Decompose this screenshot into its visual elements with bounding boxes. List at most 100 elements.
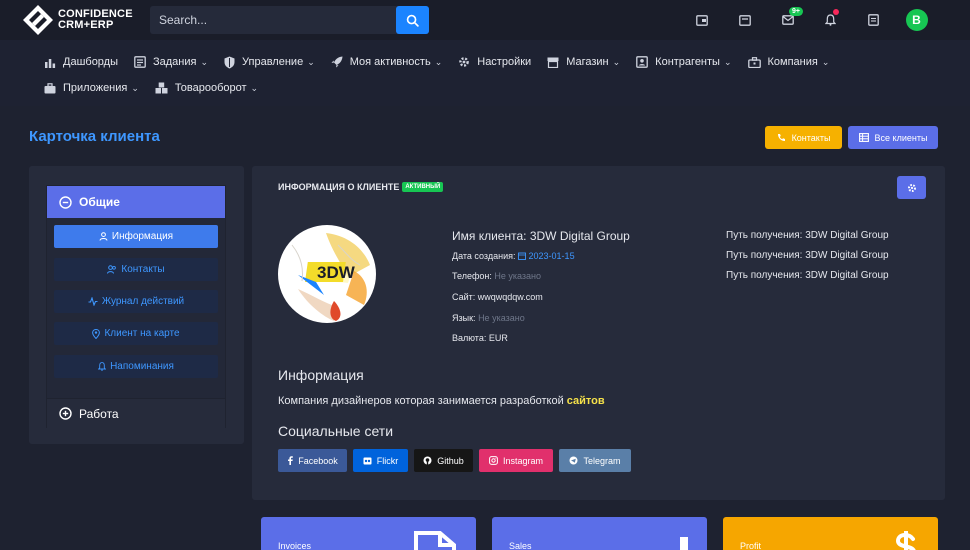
site-row: Сайт: wwqwqdqw.com [452, 292, 543, 302]
notifications-button[interactable] [809, 0, 852, 40]
calendar-icon [738, 14, 751, 26]
client-name-value: 3DW Digital Group [529, 229, 630, 243]
building-icon [747, 56, 761, 68]
created-date-value: 2023-01-15 [518, 251, 575, 261]
brand-logo[interactable]: CONFIDENCE CRM+ERP [22, 4, 142, 36]
github-icon [423, 456, 432, 465]
sidebar-item-info[interactable]: Информация [54, 225, 218, 248]
info-heading: Информация [278, 367, 364, 383]
client-sidebar: Общие Информация Контакты Журнал действи… [29, 166, 244, 444]
client-info-card: ИНФОРМАЦИЯ О КЛИЕНТЕ АКТИВНЫЙ 3DW Имя кл… [252, 166, 945, 500]
plus-circle-icon [59, 407, 72, 420]
chart-icon [45, 58, 56, 68]
telegram-button[interactable]: Telegram [559, 449, 631, 472]
instagram-button[interactable]: Instagram [479, 449, 553, 472]
menu-label: Контрагенты [655, 56, 720, 68]
language-value: Не указано [478, 313, 525, 323]
currency-label: Валюта: [452, 333, 487, 343]
github-button[interactable]: Github [414, 449, 473, 472]
page-title: Карточка клиента [29, 128, 160, 145]
contacts-button[interactable]: Контакты [765, 126, 842, 149]
contact-card-icon [636, 56, 649, 68]
github-label: Github [437, 455, 464, 466]
menu-item-settings[interactable]: Настройки [450, 52, 539, 72]
messages-button[interactable]: 9+ [766, 0, 809, 40]
language-label: Язык: [452, 313, 476, 323]
user-icon [99, 232, 108, 241]
telegram-icon [569, 456, 578, 465]
sidebar-item-reminders[interactable]: Напоминания [54, 355, 218, 378]
flickr-button[interactable]: Flickr [353, 449, 408, 472]
avatar: B [905, 9, 928, 31]
menu-item-turnover[interactable]: Товарооборот ⌄ [147, 78, 266, 98]
sales-label: Sales [509, 541, 532, 550]
card-settings-button[interactable] [897, 176, 926, 199]
menu-item-store[interactable]: Магазин ⌄ [539, 52, 628, 72]
description-highlight: сайтов [566, 395, 605, 407]
wallet-button[interactable] [680, 0, 723, 40]
client-logo-text: 3DW [317, 263, 356, 282]
accordion-general[interactable]: Общие [47, 186, 225, 218]
menu-item-management[interactable]: Управление ⌄ [216, 52, 323, 72]
all-clients-button[interactable]: Все клиенты [848, 126, 938, 149]
invoices-label: Invoices [278, 541, 312, 550]
document-icon [414, 531, 456, 550]
sidebar-item-activity-log[interactable]: Журнал действий [54, 290, 218, 313]
acquisition-path-label: Путь получения: [726, 270, 803, 281]
phone-icon [777, 134, 785, 141]
menu-item-activity[interactable]: Моя активность ⌄ [323, 52, 451, 72]
profit-card[interactable]: Profit [723, 517, 938, 550]
social-links: Facebook Flickr Github Instagram Telegra… [278, 449, 637, 472]
search-input[interactable] [150, 6, 396, 34]
tasks-icon [134, 56, 146, 68]
documents-button[interactable] [852, 0, 895, 40]
instagram-label: Instagram [502, 455, 544, 466]
currency-value: EUR [488, 333, 508, 343]
menu-item-apps[interactable]: Приложения ⌄ [36, 78, 147, 98]
envelope-icon [781, 15, 794, 25]
card-title-text: ИНФОРМАЦИЯ О КЛИЕНТЕ [278, 182, 400, 192]
search-button[interactable] [396, 6, 429, 34]
all-clients-button-label: Все клиенты [874, 132, 928, 143]
brand-line-2: CRM+ERP [58, 19, 114, 31]
map-pin-icon [92, 328, 101, 339]
boxes-icon [155, 82, 168, 94]
site-value[interactable]: wwqwqdqw.com [478, 292, 543, 302]
chevron-down-icon: ⌄ [200, 56, 209, 67]
flickr-icon [363, 457, 372, 464]
table-icon [858, 133, 869, 142]
search-box [150, 6, 429, 34]
facebook-button[interactable]: Facebook [278, 449, 347, 472]
search-icon [406, 14, 419, 27]
facebook-label: Facebook [298, 455, 338, 466]
acquisition-path-value: 3DW Digital Group [805, 230, 889, 241]
chevron-down-icon: ⌄ [612, 56, 621, 67]
sidebar-item-map[interactable]: Клиент на карте [54, 322, 218, 345]
client-name-label: Имя клиента: [452, 229, 527, 243]
menu-item-tasks[interactable]: Задания ⌄ [126, 52, 216, 72]
invoices-card[interactable]: Invoices [261, 517, 476, 550]
user-menu-button[interactable]: B [895, 0, 938, 40]
calendar-button[interactable] [723, 0, 766, 40]
users-icon [107, 265, 117, 274]
menu-item-counterparties[interactable]: Контрагенты ⌄ [628, 52, 739, 72]
messages-badge: 9+ [789, 7, 803, 16]
shield-icon [224, 56, 235, 68]
menu-item-company[interactable]: Компания ⌄ [740, 52, 838, 72]
sidebar-item-contacts[interactable]: Контакты [54, 258, 218, 281]
accordion-general-label: Общие [79, 195, 120, 209]
phone-label: Телефон: [452, 271, 492, 281]
accordion-work[interactable]: Работа [47, 398, 225, 428]
menu-label: Задания [153, 56, 197, 68]
menu-label: Настройки [477, 56, 532, 68]
chevron-down-icon: ⌄ [821, 56, 830, 67]
sales-card[interactable]: Sales [492, 517, 707, 550]
notification-dot [833, 9, 839, 15]
sidebar-item-label: Информация [111, 231, 174, 242]
menu-item-dashboards[interactable]: Дашборды [36, 52, 126, 72]
social-heading: Социальные сети [278, 423, 394, 439]
menu-label: Компания [767, 56, 818, 68]
status-badge: АКТИВНЫЙ [402, 182, 444, 192]
acquisition-path-label: Путь получения: [726, 230, 803, 241]
menu-label: Товарооборот [174, 82, 247, 94]
